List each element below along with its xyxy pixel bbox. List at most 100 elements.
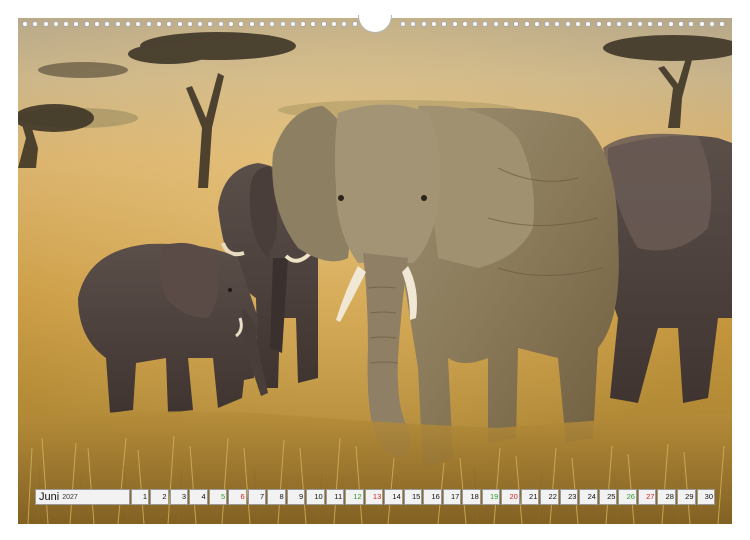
binding-hole	[94, 21, 100, 27]
day-cell: 14	[384, 489, 403, 505]
day-cell: 17	[442, 489, 462, 505]
day-cell: 16	[423, 489, 442, 505]
binding-hole	[310, 21, 316, 27]
day-cell: 20	[501, 489, 520, 505]
binding-hole	[472, 21, 478, 27]
binding-hole	[575, 21, 581, 27]
binding-hole	[331, 21, 337, 27]
binding-hole	[73, 21, 79, 27]
elephant-photo	[18, 18, 732, 524]
binding-hole	[534, 21, 540, 27]
binding-hole	[218, 21, 224, 27]
binding-hole	[104, 21, 110, 27]
binding-hole	[699, 21, 705, 27]
day-cell: 8	[267, 489, 286, 505]
day-cell: 2	[150, 489, 169, 505]
binding-hole	[166, 21, 172, 27]
binding-hole	[400, 21, 406, 27]
day-cell: 10	[306, 489, 325, 505]
binding-hole	[22, 21, 28, 27]
binding-hole	[493, 21, 499, 27]
binding-hole	[63, 21, 69, 27]
binding-hole	[32, 21, 38, 27]
spiral-binding	[0, 0, 750, 36]
day-cell: 26	[618, 489, 637, 505]
date-strip: Juni 2027 1 2 3 4 5 6 7 8 9 10 11 12 13 14 15 16 17 18 19 2…	[35, 489, 716, 505]
binding-hole	[115, 21, 121, 27]
calendar-page	[18, 18, 732, 524]
binding-hole	[462, 21, 468, 27]
binding-hole	[146, 21, 152, 27]
day-cell: 22	[540, 489, 559, 505]
binding-hole	[503, 21, 509, 27]
binding-hole	[84, 21, 90, 27]
binding-hole	[678, 21, 684, 27]
day-cell: 6	[228, 489, 247, 505]
binding-hole	[187, 21, 193, 27]
binding-hole	[259, 21, 265, 27]
binding-hole	[585, 21, 591, 27]
binding-hole	[238, 21, 244, 27]
day-cell: 11	[325, 489, 345, 505]
binding-hole	[596, 21, 602, 27]
binding-hole	[482, 21, 488, 27]
binding-hole	[207, 21, 213, 27]
binding-hole	[513, 21, 519, 27]
day-cell: 19	[481, 489, 501, 505]
binding-hole	[197, 21, 203, 27]
binding-hole	[688, 21, 694, 27]
binding-hole	[637, 21, 643, 27]
binding-hole	[709, 21, 715, 27]
binding-hole	[300, 21, 306, 27]
day-cell: 24	[579, 489, 598, 505]
day-cell: 1	[130, 489, 150, 505]
binding-hole	[125, 21, 131, 27]
day-cell: 15	[403, 489, 423, 505]
binding-hole	[431, 21, 437, 27]
day-cell: 23	[559, 489, 579, 505]
hanger-cutout	[358, 15, 392, 33]
binding-hole	[647, 21, 653, 27]
binding-hole	[544, 21, 550, 27]
binding-hole	[177, 21, 183, 27]
binding-hole	[156, 21, 162, 27]
binding-hole	[43, 21, 49, 27]
binding-hole	[228, 21, 234, 27]
binding-hole	[280, 21, 286, 27]
binding-hole	[352, 21, 358, 27]
binding-hole	[554, 21, 560, 27]
binding-hole	[719, 21, 725, 27]
binding-hole	[341, 21, 347, 27]
binding-hole	[441, 21, 447, 27]
binding-hole	[53, 21, 59, 27]
binding-hole	[410, 21, 416, 27]
binding-hole	[565, 21, 571, 27]
day-cell: 13	[364, 489, 384, 505]
month-label-cell: Juni 2027	[35, 489, 130, 505]
day-cell: 9	[286, 489, 306, 505]
day-cell: 12	[345, 489, 364, 505]
month-name: Juni	[39, 491, 60, 503]
day-cell: 7	[247, 489, 267, 505]
binding-hole	[321, 21, 327, 27]
binding-hole	[616, 21, 622, 27]
binding-hole	[452, 21, 458, 27]
day-cell: 4	[189, 489, 208, 505]
day-cell: 27	[637, 489, 657, 505]
binding-hole	[249, 21, 255, 27]
day-cell: 18	[462, 489, 481, 505]
binding-hole	[421, 21, 427, 27]
day-cell: 21	[520, 489, 540, 505]
binding-hole	[290, 21, 296, 27]
binding-hole	[269, 21, 275, 27]
day-cell: 5	[208, 489, 228, 505]
binding-hole	[627, 21, 633, 27]
binding-hole	[657, 21, 663, 27]
binding-hole	[606, 21, 612, 27]
binding-hole	[524, 21, 530, 27]
day-cell: 25	[598, 489, 618, 505]
binding-hole	[668, 21, 674, 27]
day-cell: 29	[676, 489, 696, 505]
year-label: 2027	[62, 493, 78, 501]
day-cell: 3	[169, 489, 189, 505]
